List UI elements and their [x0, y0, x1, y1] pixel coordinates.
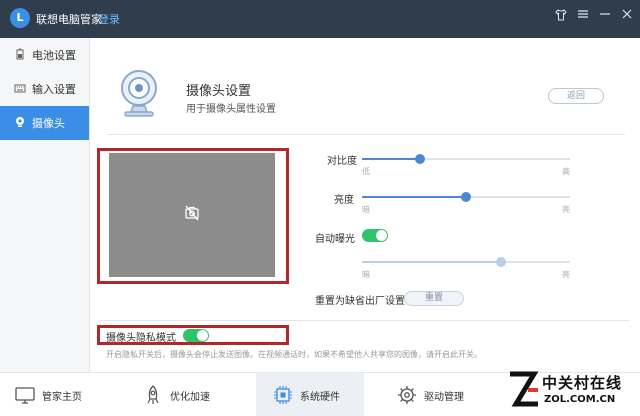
title-bar: L 联想电脑管家 登录	[0, 0, 640, 38]
privacy-mode-note: 开启隐私开关后，摄像头会停止发送图像。在视频通话时，如果不希望他人共享您的图像，…	[106, 350, 482, 359]
nav-optimize[interactable]: 优化加速	[142, 373, 242, 416]
exposure-max-label: 亮	[562, 270, 570, 279]
login-link[interactable]: 登录	[98, 11, 120, 27]
nav-label: 系统硬件	[300, 391, 340, 403]
rocket-icon	[142, 384, 164, 406]
shirt-icon[interactable]	[552, 8, 570, 26]
sidebar-item-camera[interactable]: 摄像头	[0, 106, 89, 140]
minimize-icon[interactable]	[596, 8, 614, 26]
brightness-max-label: 亮	[562, 205, 570, 214]
exposure-slider[interactable]	[362, 257, 570, 267]
exposure-min-label: 暗	[362, 270, 370, 279]
toggle-knob	[197, 330, 208, 341]
nav-label: 管家主页	[42, 391, 82, 403]
zol-logo-icon	[510, 371, 539, 407]
chip-icon	[272, 384, 294, 406]
reset-button[interactable]: 重置	[404, 291, 464, 306]
contrast-slider[interactable]	[362, 154, 570, 164]
brightness-slider[interactable]	[362, 192, 570, 202]
reset-defaults-label: 重置为缺省出厂设置	[315, 296, 405, 307]
auto-exposure-toggle[interactable]	[362, 229, 388, 242]
keyboard-icon	[14, 82, 26, 97]
sidebar-item-label: 输入设置	[32, 83, 76, 96]
divider	[107, 134, 625, 135]
page-subtitle: 用于摄像头属性设置	[186, 104, 276, 115]
contrast-slider-fill	[362, 158, 421, 160]
back-button[interactable]: 返回	[548, 88, 604, 104]
brightness-label: 亮度	[334, 195, 354, 206]
camera-settings-panel: 摄像头设置 用于摄像头属性设置 返回 对比度 低 高 亮度 暗 亮 自动曝光 暗…	[91, 38, 640, 372]
privacy-mode-toggle[interactable]	[183, 329, 209, 342]
app-logo: L	[10, 8, 30, 28]
nav-hardware[interactable]: 系统硬件	[256, 373, 364, 416]
watermark-url: ZOL.COM.CN	[544, 394, 616, 405]
brightness-slider-thumb[interactable]	[461, 192, 471, 202]
sidebar-item-input[interactable]: 输入设置	[0, 72, 89, 106]
sidebar-item-label: 摄像头	[32, 117, 65, 130]
brightness-min-label: 暗	[362, 205, 370, 214]
contrast-label: 对比度	[327, 156, 357, 167]
auto-exposure-label: 自动曝光	[315, 234, 355, 245]
sidebar-item-label: 电池设置	[32, 49, 76, 62]
close-icon[interactable]	[618, 8, 636, 26]
contrast-slider-thumb[interactable]	[415, 154, 426, 164]
camera-off-icon	[183, 204, 201, 222]
webcam-icon	[119, 68, 159, 124]
brightness-slider-fill	[362, 196, 466, 198]
nav-home[interactable]: 管家主页	[14, 373, 114, 416]
nav-label: 优化加速	[170, 391, 210, 403]
camera-preview	[109, 153, 275, 277]
monitor-icon	[14, 384, 36, 406]
battery-icon	[14, 48, 26, 63]
sidebar: 电池设置 输入设置 摄像头	[0, 38, 90, 372]
privacy-mode-label: 摄像头隐私模式	[106, 333, 176, 344]
camera-icon	[14, 116, 26, 131]
app-title: 联想电脑管家	[36, 13, 102, 26]
gear-icon	[396, 384, 418, 406]
menu-icon[interactable]	[574, 8, 592, 26]
contrast-min-label: 低	[362, 167, 370, 176]
divider	[99, 320, 629, 321]
nav-drivers[interactable]: 驱动管理	[396, 373, 496, 416]
zol-watermark: 中关村在线 ZOL.COM.CN	[508, 366, 638, 414]
page-title: 摄像头设置	[186, 84, 252, 99]
exposure-slider-thumb[interactable]	[496, 257, 507, 267]
toggle-knob	[376, 230, 387, 241]
contrast-max-label: 高	[562, 167, 570, 176]
exposure-slider-fill	[362, 261, 502, 263]
nav-label: 驱动管理	[424, 391, 464, 403]
watermark-title: 中关村在线	[542, 374, 623, 392]
sidebar-item-battery[interactable]: 电池设置	[0, 38, 89, 72]
